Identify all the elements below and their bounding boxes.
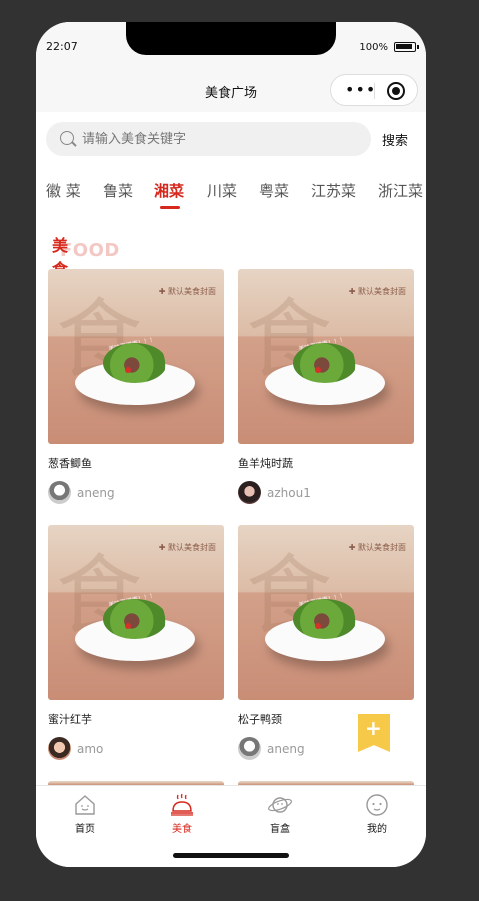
section-subtitle: FOOD <box>60 240 120 261</box>
username: amo <box>77 742 104 756</box>
search-input[interactable] <box>82 122 362 156</box>
tab-lu[interactable]: 鲁菜 <box>103 180 133 201</box>
tab-yue[interactable]: 粤菜 <box>259 180 289 201</box>
food-cover-image[interactable]: 食 默认美食封面 美味更健康！！！ <box>48 525 224 700</box>
phone-frame: 22:07 100% 美食广场 ••• 搜索 徽 菜 鲁菜 湘菜 川菜 粤菜 江… <box>36 22 426 867</box>
smiley-icon <box>366 794 388 816</box>
add-food-button[interactable]: + <box>358 714 390 752</box>
status-time: 22:07 <box>46 40 78 53</box>
tab-jiangsu[interactable]: 江苏菜 <box>311 180 356 201</box>
plus-icon: + <box>365 716 382 740</box>
food-name[interactable]: 松子鸭颈 <box>238 711 282 727</box>
battery-icon <box>394 42 419 52</box>
tabbar-label: 首页 <box>75 824 95 835</box>
more-menu-icon[interactable]: ••• <box>345 82 376 98</box>
username: azhou1 <box>267 486 311 500</box>
avatar <box>238 481 261 504</box>
tab-xiang[interactable]: 湘菜 <box>154 180 184 201</box>
food-cover-image[interactable]: 食 默认美食封面 美味更健康！！！ <box>48 269 224 444</box>
tabbar-item-food[interactable]: 美食 <box>147 792 217 835</box>
search-box[interactable] <box>46 122 371 156</box>
avatar <box>48 737 71 760</box>
tabbar-label: 美食 <box>172 824 192 835</box>
mini-program-capsule: ••• <box>330 74 418 106</box>
planet-icon <box>268 797 292 813</box>
food-cover-image[interactable]: 食 默认美食封面 美味更健康！！！ <box>238 525 414 700</box>
cover-tag: 默认美食封面 <box>159 286 216 297</box>
tabbar-label: 盲盒 <box>270 824 290 835</box>
cover-tag: 默认美食封面 <box>349 286 406 297</box>
capsule-divider <box>374 83 375 99</box>
dish-plate <box>75 343 195 405</box>
cover-tag: 默认美食封面 <box>159 542 216 553</box>
cover-tag: 默认美食封面 <box>349 542 406 553</box>
username: aneng <box>77 486 115 500</box>
food-name[interactable]: 葱香鲫鱼 <box>48 455 92 471</box>
tabbar-item-blindbox[interactable]: 盲盒 <box>245 792 315 835</box>
dish-plate <box>265 599 385 661</box>
search-icon <box>60 131 74 145</box>
active-tab-indicator <box>160 206 180 209</box>
avatar <box>48 481 71 504</box>
tabbar-item-profile[interactable]: 我的 <box>342 792 412 835</box>
dish-plate <box>75 599 195 661</box>
home-indicator <box>173 853 289 858</box>
food-name[interactable]: 蜜汁红芋 <box>48 711 92 727</box>
search-row: 搜索 <box>46 122 416 158</box>
battery-percent: 100% <box>359 42 388 53</box>
tabbar-item-home[interactable]: 首页 <box>50 792 120 835</box>
username: aneng <box>267 742 305 756</box>
cuisine-tabs: 徽 菜 鲁菜 湘菜 川菜 粤菜 江苏菜 浙江菜 <box>46 180 426 210</box>
tab-chuan[interactable]: 川菜 <box>207 180 237 201</box>
dish-plate <box>265 343 385 405</box>
tab-hui[interactable]: 徽 菜 <box>46 180 81 201</box>
tab-zhejiang[interactable]: 浙江菜 <box>378 180 423 201</box>
food-cover-image[interactable]: 食 默认美食封面 美味更健康！！！ <box>238 269 414 444</box>
close-target-icon[interactable] <box>387 82 405 100</box>
phone-notch <box>126 22 336 55</box>
food-name[interactable]: 鱼羊炖时蔬 <box>238 455 293 471</box>
avatar <box>238 737 261 760</box>
home-icon <box>75 795 95 815</box>
search-button[interactable]: 搜索 <box>382 130 408 149</box>
cloche-icon <box>171 793 193 816</box>
tabbar-label: 我的 <box>367 824 387 835</box>
navigation-bar: 美食广场 ••• <box>36 70 426 112</box>
